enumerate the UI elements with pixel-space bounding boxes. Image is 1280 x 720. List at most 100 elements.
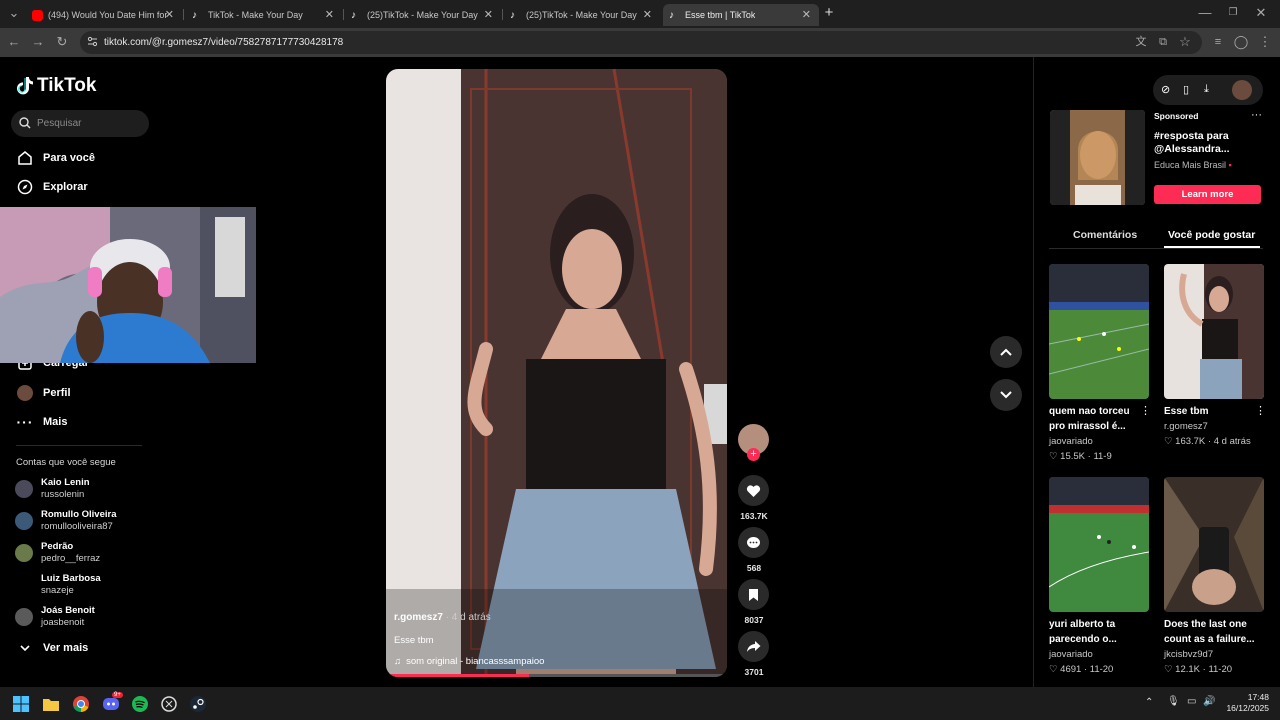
followed-account[interactable]: Joás Benoit joasbenoit [15, 605, 95, 629]
tab-tiktok-2[interactable]: ♪ (25)TikTok - Make Your Day ✕ [345, 4, 501, 26]
card-author: jaovariado [1049, 436, 1093, 447]
recommended-thumbnail[interactable] [1049, 264, 1149, 399]
music-note-icon: ♫ [394, 656, 402, 667]
ad-more-icon[interactable]: ··· [1251, 109, 1262, 121]
phone-icon[interactable]: ▯ [1183, 83, 1189, 96]
close-icon[interactable]: ✕ [325, 8, 334, 21]
ad-title[interactable]: #resposta para @Alessandra... [1154, 130, 1254, 156]
reload-icon[interactable]: ↻ [54, 34, 70, 50]
microphone-icon[interactable]: 🎙 [1167, 696, 1180, 707]
tab-search-icon[interactable]: ⌄ [6, 5, 22, 21]
previous-video-button[interactable] [990, 336, 1022, 368]
save-button[interactable]: 8037 [738, 579, 770, 625]
chrome-icon[interactable] [72, 695, 90, 713]
network-icon[interactable]: ▭ [1187, 696, 1196, 707]
tab-comments[interactable]: Comentários [1073, 229, 1137, 241]
forward-icon[interactable]: → [30, 34, 46, 50]
tab-tiktok-active[interactable]: ♪ Esse tbm | TikTok ✕ [663, 4, 819, 26]
recommended-card[interactable]: Esse tbm r.gomesz7 ♡ 163.7K · 4 d atrás [1164, 404, 1264, 449]
close-icon[interactable]: ✕ [643, 8, 652, 21]
nav-explore[interactable]: Explorar [16, 178, 88, 196]
cast-icon[interactable]: ⧉ [1155, 34, 1171, 50]
card-stats: ♡ 15.5K · 11-9 [1049, 451, 1112, 462]
card-date: 4 d atrás [1213, 436, 1251, 447]
nav-for-you[interactable]: Para você [16, 149, 95, 167]
close-icon[interactable]: ✕ [802, 8, 811, 21]
minimize-icon[interactable]: — [1197, 5, 1213, 21]
menu-icon[interactable]: ⋮ [1257, 34, 1273, 50]
video-sound[interactable]: ♫ som original - biancasssampaioo [394, 656, 544, 667]
see-more-button[interactable]: Ver mais [16, 639, 88, 657]
save-count: 8037 [744, 615, 764, 625]
followed-account[interactable]: Pedrão pedro__ferraz [15, 541, 100, 565]
tab-youtube[interactable]: (494) Would You Date Him for ✕ [26, 4, 182, 26]
volume-icon[interactable]: 🔊 [1203, 696, 1215, 707]
nav-profile[interactable]: Perfil [16, 384, 71, 402]
windows-start-icon[interactable] [12, 695, 30, 713]
recommended-thumbnail[interactable] [1164, 477, 1264, 612]
video-time: · 4 d atrás [445, 612, 491, 623]
back-icon[interactable]: ← [6, 34, 22, 50]
next-video-button[interactable] [990, 379, 1022, 411]
avatar [15, 480, 33, 498]
card-likes: 4691 [1060, 664, 1082, 675]
chevron-down-icon [1000, 391, 1012, 399]
ad-thumbnail[interactable] [1050, 110, 1145, 205]
reading-list-icon[interactable]: ≡ [1210, 34, 1226, 50]
translate-icon[interactable]: 文 [1133, 34, 1149, 50]
author-avatar-button[interactable]: + [738, 424, 770, 461]
comment-button[interactable]: 568 [738, 527, 770, 573]
profile-icon[interactable]: ◯ [1233, 34, 1249, 50]
new-tab-button[interactable]: + [821, 5, 837, 21]
window-close-icon[interactable]: ✕ [1253, 5, 1269, 21]
tab-tiktok-1[interactable]: ♪ TikTok - Make Your Day ✕ [186, 4, 342, 26]
card-author: jaovariado [1049, 649, 1093, 660]
bookmark-star-icon[interactable]: ☆ [1177, 34, 1193, 50]
tiktok-logo[interactable]: TikTok [16, 75, 96, 97]
close-icon[interactable]: ✕ [165, 8, 174, 21]
user-avatar[interactable] [1232, 80, 1252, 100]
chatgpt-icon[interactable] [160, 695, 178, 713]
follow-plus-icon[interactable]: + [747, 448, 760, 461]
account-name: Romullo Oliveira [41, 509, 117, 520]
compass-icon[interactable]: ⊘ [1161, 83, 1170, 96]
recommended-card[interactable]: quem nao torceu pro mirassol é... jaovar… [1049, 404, 1149, 464]
spotify-icon[interactable] [131, 695, 149, 713]
followed-account[interactable]: Romullo Oliveira romullooliveira87 [15, 509, 117, 533]
learn-more-button[interactable]: Learn more [1154, 185, 1261, 204]
recommended-thumbnail[interactable] [1049, 477, 1149, 612]
like-count: 163.7K [740, 511, 768, 521]
file-explorer-icon[interactable] [42, 695, 60, 713]
tiktok-logo-icon [17, 77, 33, 95]
close-icon[interactable]: ✕ [484, 8, 493, 21]
video-progress-track[interactable] [386, 674, 727, 677]
nav-more[interactable]: ··· Mais [16, 413, 68, 431]
video-author[interactable]: r.gomesz7 [394, 612, 443, 623]
address-bar[interactable]: tiktok.com/@r.gomesz7/video/758278717773… [80, 31, 1202, 54]
like-button[interactable]: 163.7K [738, 475, 770, 521]
download-icon[interactable]: ⤓ [1204, 83, 1209, 96]
card-menu-icon[interactable]: ⋮ [1255, 404, 1266, 417]
video-player[interactable]: r.gomesz7 · 4 d atrás Esse tbm ♫ som ori… [386, 69, 727, 677]
divider [1049, 248, 1263, 249]
tab-tiktok-3[interactable]: ♪ (25)TikTok - Make Your Day ✕ [504, 4, 660, 26]
card-menu-icon[interactable]: ⋮ [1140, 404, 1151, 417]
followed-account[interactable]: Kaio Lenin russolenin [15, 477, 90, 501]
youtube-icon [32, 9, 43, 21]
steam-icon[interactable] [189, 695, 207, 713]
card-likes: 163.7K [1175, 436, 1206, 447]
ad-advertiser[interactable]: Educa Mais Brasil [1154, 160, 1226, 170]
tab-you-may-like[interactable]: Você pode gostar [1168, 229, 1255, 241]
site-info-icon[interactable] [87, 36, 98, 47]
share-button[interactable]: 3701 [738, 631, 770, 677]
recommended-card[interactable]: yuri alberto ta parecendo o... jaovariad… [1049, 617, 1149, 677]
followed-account[interactable]: Luiz Barbosa snazeje [15, 573, 101, 597]
recommended-thumbnail[interactable] [1164, 264, 1264, 399]
account-user: romullooliveira87 [41, 521, 113, 532]
clock[interactable]: 17:48 16/12/2025 [1224, 692, 1269, 714]
tray-overflow-icon[interactable]: ⌃ [1145, 697, 1153, 708]
recommended-card[interactable]: Does the last one count as a failure... … [1164, 617, 1264, 677]
restore-icon[interactable]: ❐ [1225, 5, 1241, 21]
search-input[interactable]: Pesquisar [11, 110, 149, 137]
discord-icon[interactable]: 9+ [102, 692, 123, 713]
